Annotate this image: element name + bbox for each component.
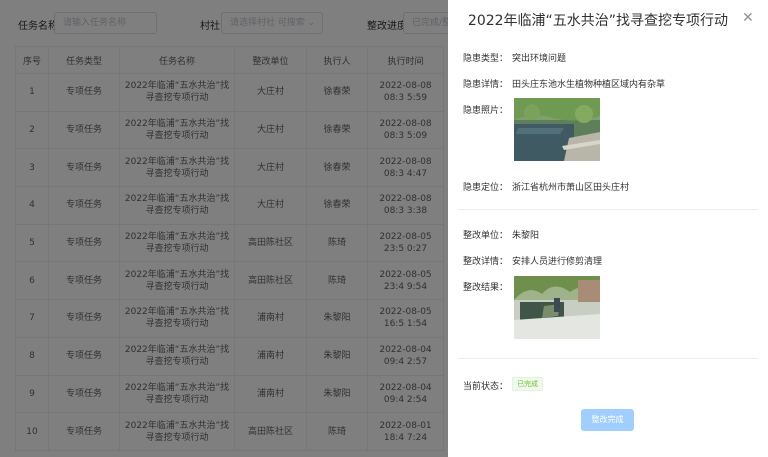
status-label: 当前状态：: [463, 382, 509, 392]
rectify-detail-value: 安排人员进行修剪清理: [512, 257, 603, 267]
section-divider: [458, 358, 758, 359]
rectify-unit-label: 整改单位：: [463, 231, 509, 241]
hazard-type-value: 突出环境问题: [512, 54, 567, 64]
section-divider: [458, 209, 758, 210]
hazard-location-value: 浙江省杭州市萧山区田头庄村: [512, 183, 630, 193]
hazard-type-row: 隐患类型： 突出环境问题: [463, 51, 566, 64]
close-icon[interactable]: ✕: [742, 10, 754, 26]
rectify-unit-row: 整改单位： 朱黎阳: [463, 228, 539, 241]
complete-rectification-button[interactable]: 整改完成: [581, 409, 634, 431]
hazard-detail-value: 田头庄东池水生植物种植区域内有杂草: [512, 80, 666, 90]
hazard-location-label: 隐患定位：: [463, 183, 509, 193]
status-badge: 已完成: [512, 377, 543, 391]
hazard-photo-label: 隐患照片：: [463, 106, 509, 116]
drawer-title: 2022年临浦“五水共治”找寻查挖专项行动: [467, 13, 729, 29]
rectify-unit-value: 朱黎阳: [512, 231, 540, 241]
rectify-detail-label: 整改详情：: [463, 257, 509, 267]
hazard-detail-label: 隐患详情：: [463, 80, 509, 90]
hazard-detail-row: 隐患详情： 田头庄东池水生植物种植区域内有杂草: [463, 77, 665, 90]
hazard-location-row: 隐患定位： 浙江省杭州市萧山区田头庄村: [463, 180, 629, 193]
task-detail-drawer: 2022年临浦“五水共治”找寻查挖专项行动 ✕ 隐患类型： 突出环境问题 隐患详情…: [448, 0, 768, 457]
rectify-result-label: 整改结果：: [463, 283, 509, 293]
hazard-photo[interactable]: [514, 98, 600, 161]
hazard-type-label: 隐患类型：: [463, 54, 509, 64]
rectify-result-photo[interactable]: [514, 276, 600, 339]
rectify-detail-row: 整改详情： 安排人员进行修剪清理: [463, 254, 602, 267]
